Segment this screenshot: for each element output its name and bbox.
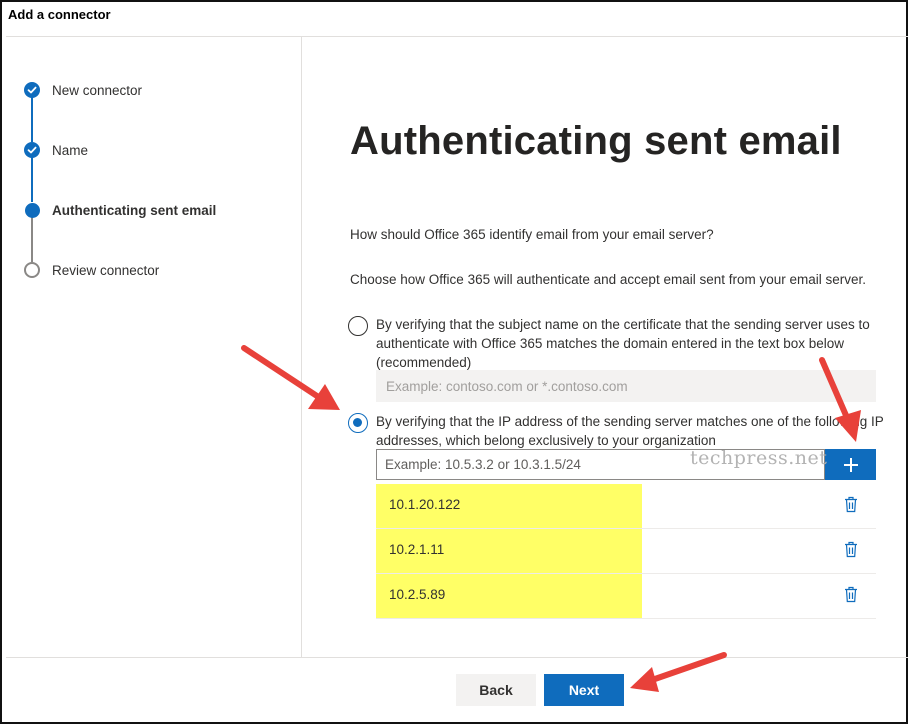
step-label: Name: [52, 142, 89, 158]
wizard-steps-pane: New connector Name Authenticating sent e…: [6, 37, 302, 657]
table-row: 10.2.5.89: [376, 574, 876, 619]
step-authenticating-sent-email[interactable]: Authenticating sent email: [24, 200, 216, 220]
dialog-title: Add a connector: [8, 7, 111, 22]
table-row: 10.1.20.122: [376, 484, 876, 529]
main-content: Authenticating sent email How should Off…: [302, 37, 908, 657]
ip-address-value: 10.2.5.89: [389, 587, 446, 602]
footer-divider: [6, 657, 908, 658]
step-label: Authenticating sent email: [52, 202, 217, 218]
domain-input[interactable]: Example: contoso.com or *.contoso.com: [376, 370, 876, 402]
add-ip-button[interactable]: [825, 449, 876, 480]
back-button[interactable]: Back: [456, 674, 536, 706]
checkmark-icon: [24, 142, 40, 158]
empty-step-circle-icon: [24, 262, 40, 278]
radio-ip-address[interactable]: [348, 413, 368, 433]
option-certificate[interactable]: By verifying that the subject name on th…: [348, 315, 893, 372]
ip-address-value: 10.1.20.122: [389, 497, 461, 512]
trash-icon: [845, 496, 857, 513]
table-row: 10.2.1.11: [376, 529, 876, 574]
ip-address-value: 10.2.1.11: [389, 542, 445, 557]
delete-ip-button[interactable]: [844, 586, 858, 608]
trash-icon: [845, 541, 857, 558]
step-name[interactable]: Name: [24, 140, 88, 160]
delete-ip-button[interactable]: [844, 496, 858, 518]
checkmark-icon: [24, 82, 40, 98]
option-certificate-label: By verifying that the subject name on th…: [376, 317, 870, 370]
option-ip-address[interactable]: By verifying that the IP address of the …: [348, 412, 904, 450]
current-step-dot-icon: [25, 202, 40, 218]
step-connector-line: [31, 157, 33, 202]
ip-address-list: 10.1.20.122 10.2.1.11 10.2.5.89: [376, 484, 876, 619]
plus-icon: [843, 457, 858, 472]
step-connector-line: [31, 97, 33, 142]
radio-certificate[interactable]: [348, 316, 368, 336]
question-text: How should Office 365 identify email fro…: [350, 227, 714, 242]
trash-icon: [845, 586, 857, 603]
watermark: techpress.net: [690, 447, 828, 469]
step-label: Review connector: [52, 262, 160, 278]
option-ip-label: By verifying that the IP address of the …: [376, 414, 884, 448]
step-new-connector[interactable]: New connector: [24, 80, 142, 100]
next-button[interactable]: Next: [544, 674, 624, 706]
step-review-connector[interactable]: Review connector: [24, 260, 159, 280]
instruction-text: Choose how Office 365 will authenticate …: [350, 272, 867, 287]
delete-ip-button[interactable]: [844, 541, 858, 563]
step-label: New connector: [52, 82, 143, 98]
step-connector-line: [31, 217, 33, 262]
page-title: Authenticating sent email: [350, 119, 842, 163]
